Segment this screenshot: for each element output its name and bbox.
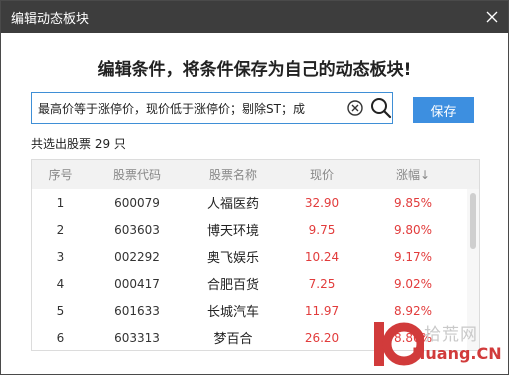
search-icon[interactable] xyxy=(370,97,392,119)
header-price[interactable]: 现价 xyxy=(281,166,363,183)
cell-name: 长城汽车 xyxy=(206,305,259,320)
cell-index: 1 xyxy=(56,195,65,210)
cell-name: 博天环境 xyxy=(206,224,259,239)
site-watermark: 拾荒网 Huang.CN xyxy=(372,318,504,372)
header-code[interactable]: 股票代码 xyxy=(89,166,185,183)
cell-index: 3 xyxy=(56,249,65,264)
cell-code: 000417 xyxy=(114,276,160,291)
cell-index: 4 xyxy=(56,276,65,291)
search-box xyxy=(31,92,393,124)
condition-input[interactable] xyxy=(38,101,344,115)
cell-code: 603313 xyxy=(114,330,160,345)
cell-name: 奥飞娱乐 xyxy=(206,251,259,266)
result-count: 共选出股票 29 只 xyxy=(31,137,126,151)
cell-name: 人福医药 xyxy=(206,197,259,212)
save-button[interactable]: 保存 xyxy=(413,97,474,123)
header-name[interactable]: 股票名称 xyxy=(185,166,281,183)
table-header: 序号 股票代码 股票名称 现价 涨幅↓ xyxy=(32,160,479,189)
cell-index: 6 xyxy=(56,330,65,345)
cell-code: 603603 xyxy=(114,222,160,237)
close-icon[interactable] xyxy=(476,1,508,33)
table-row[interactable]: 2 603603 博天环境 9.75 9.80% xyxy=(32,216,479,243)
cell-code: 600079 xyxy=(114,195,160,210)
cell-name: 合肥百货 xyxy=(206,278,259,293)
cell-price: 32.90 xyxy=(304,195,340,210)
window-title: 编辑动态板块 xyxy=(11,11,90,27)
cell-name: 梦百合 xyxy=(213,332,253,347)
cell-index: 5 xyxy=(56,303,65,318)
table-row[interactable]: 1 600079 人福医药 32.90 9.85% xyxy=(32,189,479,216)
cell-price: 7.25 xyxy=(308,276,336,291)
cell-price: 9.75 xyxy=(308,222,336,237)
page-heading: 编辑条件，将条件保存为自己的动态板块! xyxy=(97,60,412,80)
table-row[interactable]: 4 000417 合肥百货 7.25 9.02% xyxy=(32,270,479,297)
title-bar: 编辑动态板块 xyxy=(1,1,508,33)
cell-price: 26.20 xyxy=(304,330,340,345)
header-index[interactable]: 序号 xyxy=(32,166,89,183)
cell-code: 002292 xyxy=(114,249,160,264)
cell-change: 9.80% xyxy=(393,222,433,237)
cell-price: 11.97 xyxy=(304,303,340,318)
search-row xyxy=(31,92,393,124)
table-row[interactable]: 3 002292 奥飞娱乐 10.24 9.17% xyxy=(32,243,479,270)
cell-change: 8.92% xyxy=(393,303,433,318)
cell-index: 2 xyxy=(56,222,65,237)
cell-change: 9.17% xyxy=(393,249,433,264)
cell-price: 10.24 xyxy=(304,249,340,264)
watermark-site-name: 拾荒网 xyxy=(424,325,478,345)
scrollbar-thumb[interactable] xyxy=(470,193,476,249)
cell-code: 601633 xyxy=(114,303,160,318)
clear-icon[interactable] xyxy=(346,99,364,117)
cell-change: 9.02% xyxy=(393,276,433,291)
cell-change: 9.85% xyxy=(393,195,433,210)
header-change-sorted[interactable]: 涨幅↓ xyxy=(363,166,463,183)
watermark-domain: Huang.CN xyxy=(412,344,502,363)
